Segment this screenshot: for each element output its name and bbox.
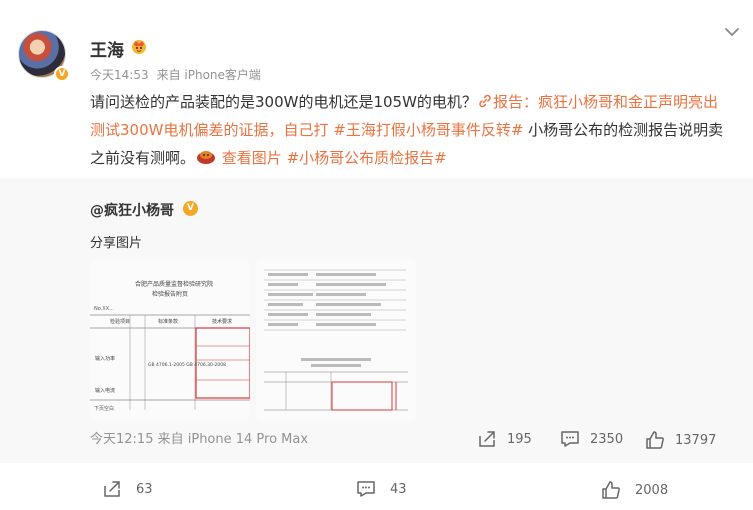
view-images-link[interactable]: 查看图片 <box>195 149 282 167</box>
post-time[interactable]: 今天14:53 <box>90 68 149 82</box>
link-icon <box>479 94 491 108</box>
comment-icon <box>561 431 579 447</box>
chevron-down-icon[interactable] <box>722 22 742 42</box>
repost-source: 来自 iPhone 14 Pro Max <box>157 432 309 447</box>
report-row-label: 输入功率 <box>95 355 115 362</box>
post-meta: 今天14:53 来自 iPhone客户端 <box>90 66 261 83</box>
report-col-head: 检验项目 <box>110 318 130 325</box>
report-col-head: 标准条款 <box>158 318 178 325</box>
report-row-label: 输入电流 <box>95 387 115 394</box>
repost-card: @疯狂小杨哥 V 分享图片 合肥产品质量监督检验研究院 检验报告附页 No.XX… <box>0 178 753 463</box>
hashtag-link[interactable]: #小杨哥公布质检报告# <box>287 149 447 167</box>
like-icon <box>602 481 620 499</box>
hashtag-link[interactable]: #王海打假小杨哥事件反转# <box>333 121 523 139</box>
verified-badge-icon: V <box>54 66 70 82</box>
repost-share-count: 195 <box>507 431 532 447</box>
report-title: 合肥产品质量监督检验研究院 <box>135 280 213 288</box>
like-button[interactable]: 2008 <box>601 480 668 500</box>
repost-comment-count: 2350 <box>590 431 624 447</box>
report-subtitle: 检验报告附页 <box>152 290 188 298</box>
report-col-head: 技术要求 <box>212 318 232 325</box>
repost-meta: 今天12:15 来自 iPhone 14 Pro Max <box>90 428 308 447</box>
weibo-post: V 王海 今天14:53 来自 iPhone客户端 请问送检的产品装配的是300W… <box>0 0 753 510</box>
report-footer: 下页空白 <box>94 405 114 412</box>
verified-badge-icon: V <box>183 201 198 216</box>
post-text-part: 请问送检的产品装配的是300W的电机还是105W的电机？ <box>90 93 477 111</box>
report-number: No.XX... <box>94 306 114 312</box>
post-text: 请问送检的产品装配的是300W的电机还是105W的电机？ 报告：疯狂小杨哥和金正声… <box>90 88 730 172</box>
repost-image-1[interactable]: 合肥产品质量监督检验研究院 检验报告附页 No.XX... 检验项目 标准条款 … <box>90 260 250 420</box>
report-standard: GB 4706.1-2005 GB 4706.30-2008 <box>148 362 226 368</box>
view-images-text[interactable]: 查看图片 <box>222 149 282 167</box>
image-emoji-icon <box>197 151 216 164</box>
like-icon <box>646 431 664 449</box>
vip-crown-icon <box>132 40 146 54</box>
author-name[interactable]: 王海 <box>90 36 124 61</box>
share-count: 63 <box>136 481 153 497</box>
repost-image-2[interactable] <box>256 260 416 420</box>
share-icon <box>479 431 495 447</box>
repost-time[interactable]: 今天12:15 <box>90 432 153 447</box>
repost-share-button[interactable]: 195 <box>477 430 532 448</box>
repost-like-button[interactable]: 13797 <box>645 430 716 450</box>
comment-count: 43 <box>390 481 407 497</box>
comment-icon <box>357 481 375 497</box>
repost-like-count: 13797 <box>675 432 717 448</box>
repost-comment-button[interactable]: 2350 <box>560 430 623 448</box>
repost-text: 分享图片 <box>90 236 143 251</box>
report-page-image: 合肥产品质量监督检验研究院 检验报告附页 No.XX... 检验项目 标准条款 … <box>90 260 250 420</box>
repost-user[interactable]: @疯狂小杨哥 <box>90 200 174 220</box>
comment-button[interactable]: 43 <box>356 480 407 498</box>
like-count: 2008 <box>635 482 669 498</box>
report-page-image <box>256 260 416 420</box>
post-source: 来自 iPhone客户端 <box>156 68 261 82</box>
share-button[interactable]: 63 <box>102 480 153 498</box>
share-icon <box>104 481 120 497</box>
